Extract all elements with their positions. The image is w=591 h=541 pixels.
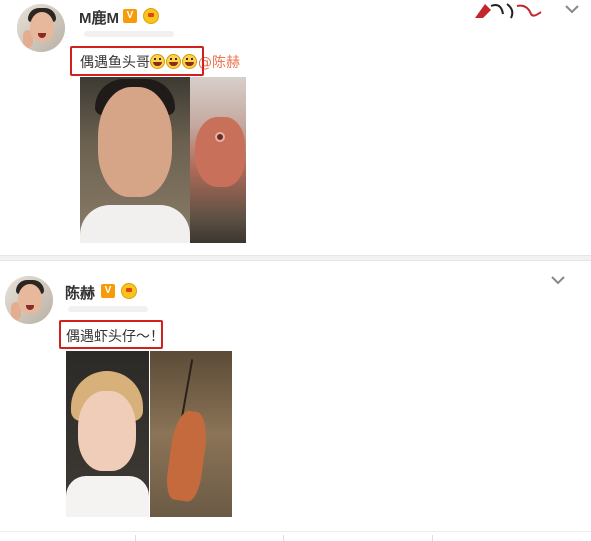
post-divider xyxy=(0,255,591,261)
verified-icon: V xyxy=(101,284,115,298)
brand-logo xyxy=(475,3,542,19)
post-meta-blurred xyxy=(68,306,148,312)
highlight-box xyxy=(70,46,204,76)
post-author-name[interactable]: M鹿M xyxy=(79,7,119,28)
avatar-chen-he[interactable] xyxy=(5,276,53,324)
post-author-name[interactable]: 陈赫 xyxy=(65,282,95,303)
crown-badge-icon xyxy=(143,8,159,24)
post-meta-blurred xyxy=(84,31,174,37)
post-action-bar xyxy=(0,531,591,541)
avatar-m-lu-m[interactable] xyxy=(17,4,65,52)
man-selfie-photo[interactable] xyxy=(80,77,190,243)
chevron-down-icon[interactable] xyxy=(563,2,581,16)
chevron-down-icon[interactable] xyxy=(549,273,567,287)
action-separator xyxy=(283,535,284,541)
blond-man-selfie-photo[interactable] xyxy=(66,351,149,517)
mention-link[interactable]: @陈赫 xyxy=(198,55,240,71)
highlight-box xyxy=(59,320,163,349)
fish-head-photo[interactable] xyxy=(190,77,246,243)
action-separator xyxy=(432,535,433,541)
shrimp-photo[interactable] xyxy=(150,351,232,517)
crown-badge-icon xyxy=(121,283,137,299)
weibo-post-1: M鹿M V 偶遇鱼头哥 @陈赫 xyxy=(0,0,591,255)
verified-icon: V xyxy=(123,9,137,23)
action-separator xyxy=(135,535,136,541)
